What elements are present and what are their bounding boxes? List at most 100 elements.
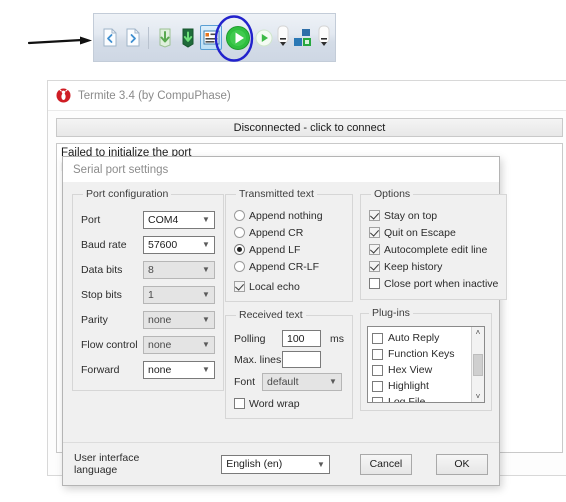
connect-status-button[interactable]: Disconnected - click to connect [56, 118, 563, 137]
checkbox-label: Word wrap [249, 397, 300, 410]
radio-label: Append CR [249, 226, 304, 239]
radio-append-cr[interactable]: Append CR [234, 224, 344, 241]
download-dark-icon[interactable] [177, 25, 198, 50]
checkbox-label: Keep history [384, 260, 443, 273]
flow-control-combo[interactable]: none ▼ [143, 335, 215, 354]
plugin-label: Auto Reply [388, 332, 440, 344]
toolbar-separator-1 [148, 26, 150, 49]
termite-bug-icon [56, 88, 71, 103]
forward-combo[interactable]: none ▼ [143, 360, 215, 379]
cancel-button[interactable]: Cancel [359, 453, 412, 475]
plugin-item-function-keys[interactable]: Function Keys [372, 346, 471, 362]
radio-indicator [234, 261, 245, 272]
plugin-item-auto-reply[interactable]: Auto Reply [372, 330, 471, 346]
upload-dropdown-icon[interactable] [276, 25, 289, 50]
checkbox-stay-on-top[interactable]: Stay on top [369, 207, 498, 224]
dialog-title-text: Serial port settings [73, 163, 169, 176]
checkbox-word-wrap[interactable]: Word wrap [234, 395, 344, 412]
serial-monitor-icon[interactable] [200, 25, 222, 50]
board-dropdown-icon[interactable] [317, 25, 330, 50]
checkbox-indicator [372, 364, 383, 376]
data-bits-combo[interactable]: 8 ▼ [143, 260, 215, 279]
checkbox-indicator [369, 244, 380, 255]
forward-row: Forward none ▼ [81, 357, 215, 382]
chevron-down-icon: ▼ [202, 240, 210, 249]
radio-append-cr-lf[interactable]: Append CR-LF [234, 258, 344, 275]
parity-value: none [148, 313, 172, 326]
run-play-icon[interactable] [224, 25, 252, 50]
radio-indicator [234, 210, 245, 221]
language-combo[interactable]: English (en) ▼ [221, 454, 330, 474]
checkbox-label: Autocomplete edit line [384, 243, 488, 256]
flow-control-row: Flow control none ▼ [81, 332, 215, 357]
board-manager-icon[interactable] [291, 25, 315, 50]
scroll-up-icon[interactable]: ˄ [476, 328, 481, 337]
scroll-down-icon[interactable]: ˅ [476, 392, 481, 401]
checkbox-indicator [372, 396, 383, 402]
font-combo[interactable]: default ▼ [262, 372, 342, 391]
port-configuration-group: Port configuration Port COM4 ▼ Baud rate… [72, 188, 224, 391]
dialog-footer: User interface language English (en) ▼ C… [63, 442, 499, 485]
transmitted-text-group: Transmitted text Append nothing Append C… [225, 188, 353, 302]
radio-indicator [234, 244, 245, 255]
serial-port-settings-dialog: Serial port settings Port configuration … [62, 156, 508, 486]
polling-row: Polling 100 ms [234, 328, 344, 349]
checkbox-autocomplete-edit-line[interactable]: Autocomplete edit line [369, 241, 498, 258]
checkbox-label: Quit on Escape [384, 226, 456, 239]
baud-rate-combo[interactable]: 57600 ▼ [143, 235, 215, 254]
debug-play-icon[interactable] [253, 25, 274, 50]
plugins-items: Auto Reply Function Keys Hex View Highli… [368, 327, 471, 402]
scrollbar-thumb[interactable] [473, 353, 483, 376]
port-value: COM4 [148, 213, 179, 226]
flow-control-value: none [148, 338, 172, 351]
polling-input[interactable]: 100 [282, 330, 321, 347]
port-combo[interactable]: COM4 ▼ [143, 210, 215, 229]
checkbox-indicator [372, 380, 383, 392]
chevron-down-icon: ▼ [202, 215, 210, 224]
radio-append-lf[interactable]: Append LF [234, 241, 344, 258]
radio-append-nothing[interactable]: Append nothing [234, 207, 344, 224]
checkbox-quit-on-escape[interactable]: Quit on Escape [369, 224, 498, 241]
data-bits-row: Data bits 8 ▼ [81, 257, 215, 282]
plugin-item-hex-view[interactable]: Hex View [372, 362, 471, 378]
checkbox-keep-history[interactable]: Keep history [369, 258, 498, 275]
checkbox-indicator [369, 278, 380, 289]
checkbox-indicator [369, 210, 380, 221]
data-bits-label: Data bits [81, 263, 123, 276]
next-page-icon[interactable] [122, 25, 143, 50]
parity-combo[interactable]: none ▼ [143, 310, 215, 329]
checkbox-label: Local echo [249, 280, 300, 293]
language-value: English (en) [226, 458, 283, 470]
ok-button[interactable]: OK [435, 453, 488, 475]
checkbox-local-echo[interactable]: Local echo [234, 278, 344, 295]
checkbox-label: Stay on top [384, 209, 438, 222]
stop-bits-value: 1 [148, 288, 154, 301]
chevron-down-icon: ▼ [316, 459, 325, 469]
chevron-down-icon: ▼ [202, 340, 210, 349]
plugin-label: Function Keys [388, 348, 455, 360]
ok-label: OK [454, 458, 470, 470]
plugin-label: Hex View [388, 364, 433, 376]
stop-bits-combo[interactable]: 1 ▼ [143, 285, 215, 304]
chevron-down-icon: ▼ [329, 377, 337, 386]
dialog-titlebar: Serial port settings [63, 157, 499, 182]
termite-title-text: Termite 3.4 (by CompuPhase) [78, 89, 231, 102]
plugin-label: Highlight [388, 380, 429, 392]
chevron-down-icon: ▼ [202, 315, 210, 324]
previous-page-icon[interactable] [99, 25, 120, 50]
plugins-scrollbar[interactable]: ˄ ˅ [471, 327, 484, 402]
options-group: Options Stay on top Quit on Escape Autoc… [360, 188, 508, 300]
checkbox-indicator [369, 227, 380, 238]
stop-bits-label: Stop bits [81, 288, 122, 301]
checkbox-close-port-when-inactive[interactable]: Close port when inactive [369, 275, 498, 292]
plugin-item-log-file[interactable]: Log File [372, 394, 471, 402]
checkbox-indicator [234, 398, 245, 409]
radio-label: Append CR-LF [249, 260, 320, 273]
plugins-list[interactable]: Auto Reply Function Keys Hex View Highli… [367, 326, 485, 403]
radio-label: Append LF [249, 243, 301, 256]
plugin-item-highlight[interactable]: Highlight [372, 378, 471, 394]
polling-unit-label: ms [330, 332, 344, 345]
download-light-icon[interactable] [154, 25, 175, 50]
max-lines-input[interactable] [282, 351, 321, 368]
plugins-group: Plug-ins Auto Reply Function Keys Hex Vi… [360, 307, 492, 411]
